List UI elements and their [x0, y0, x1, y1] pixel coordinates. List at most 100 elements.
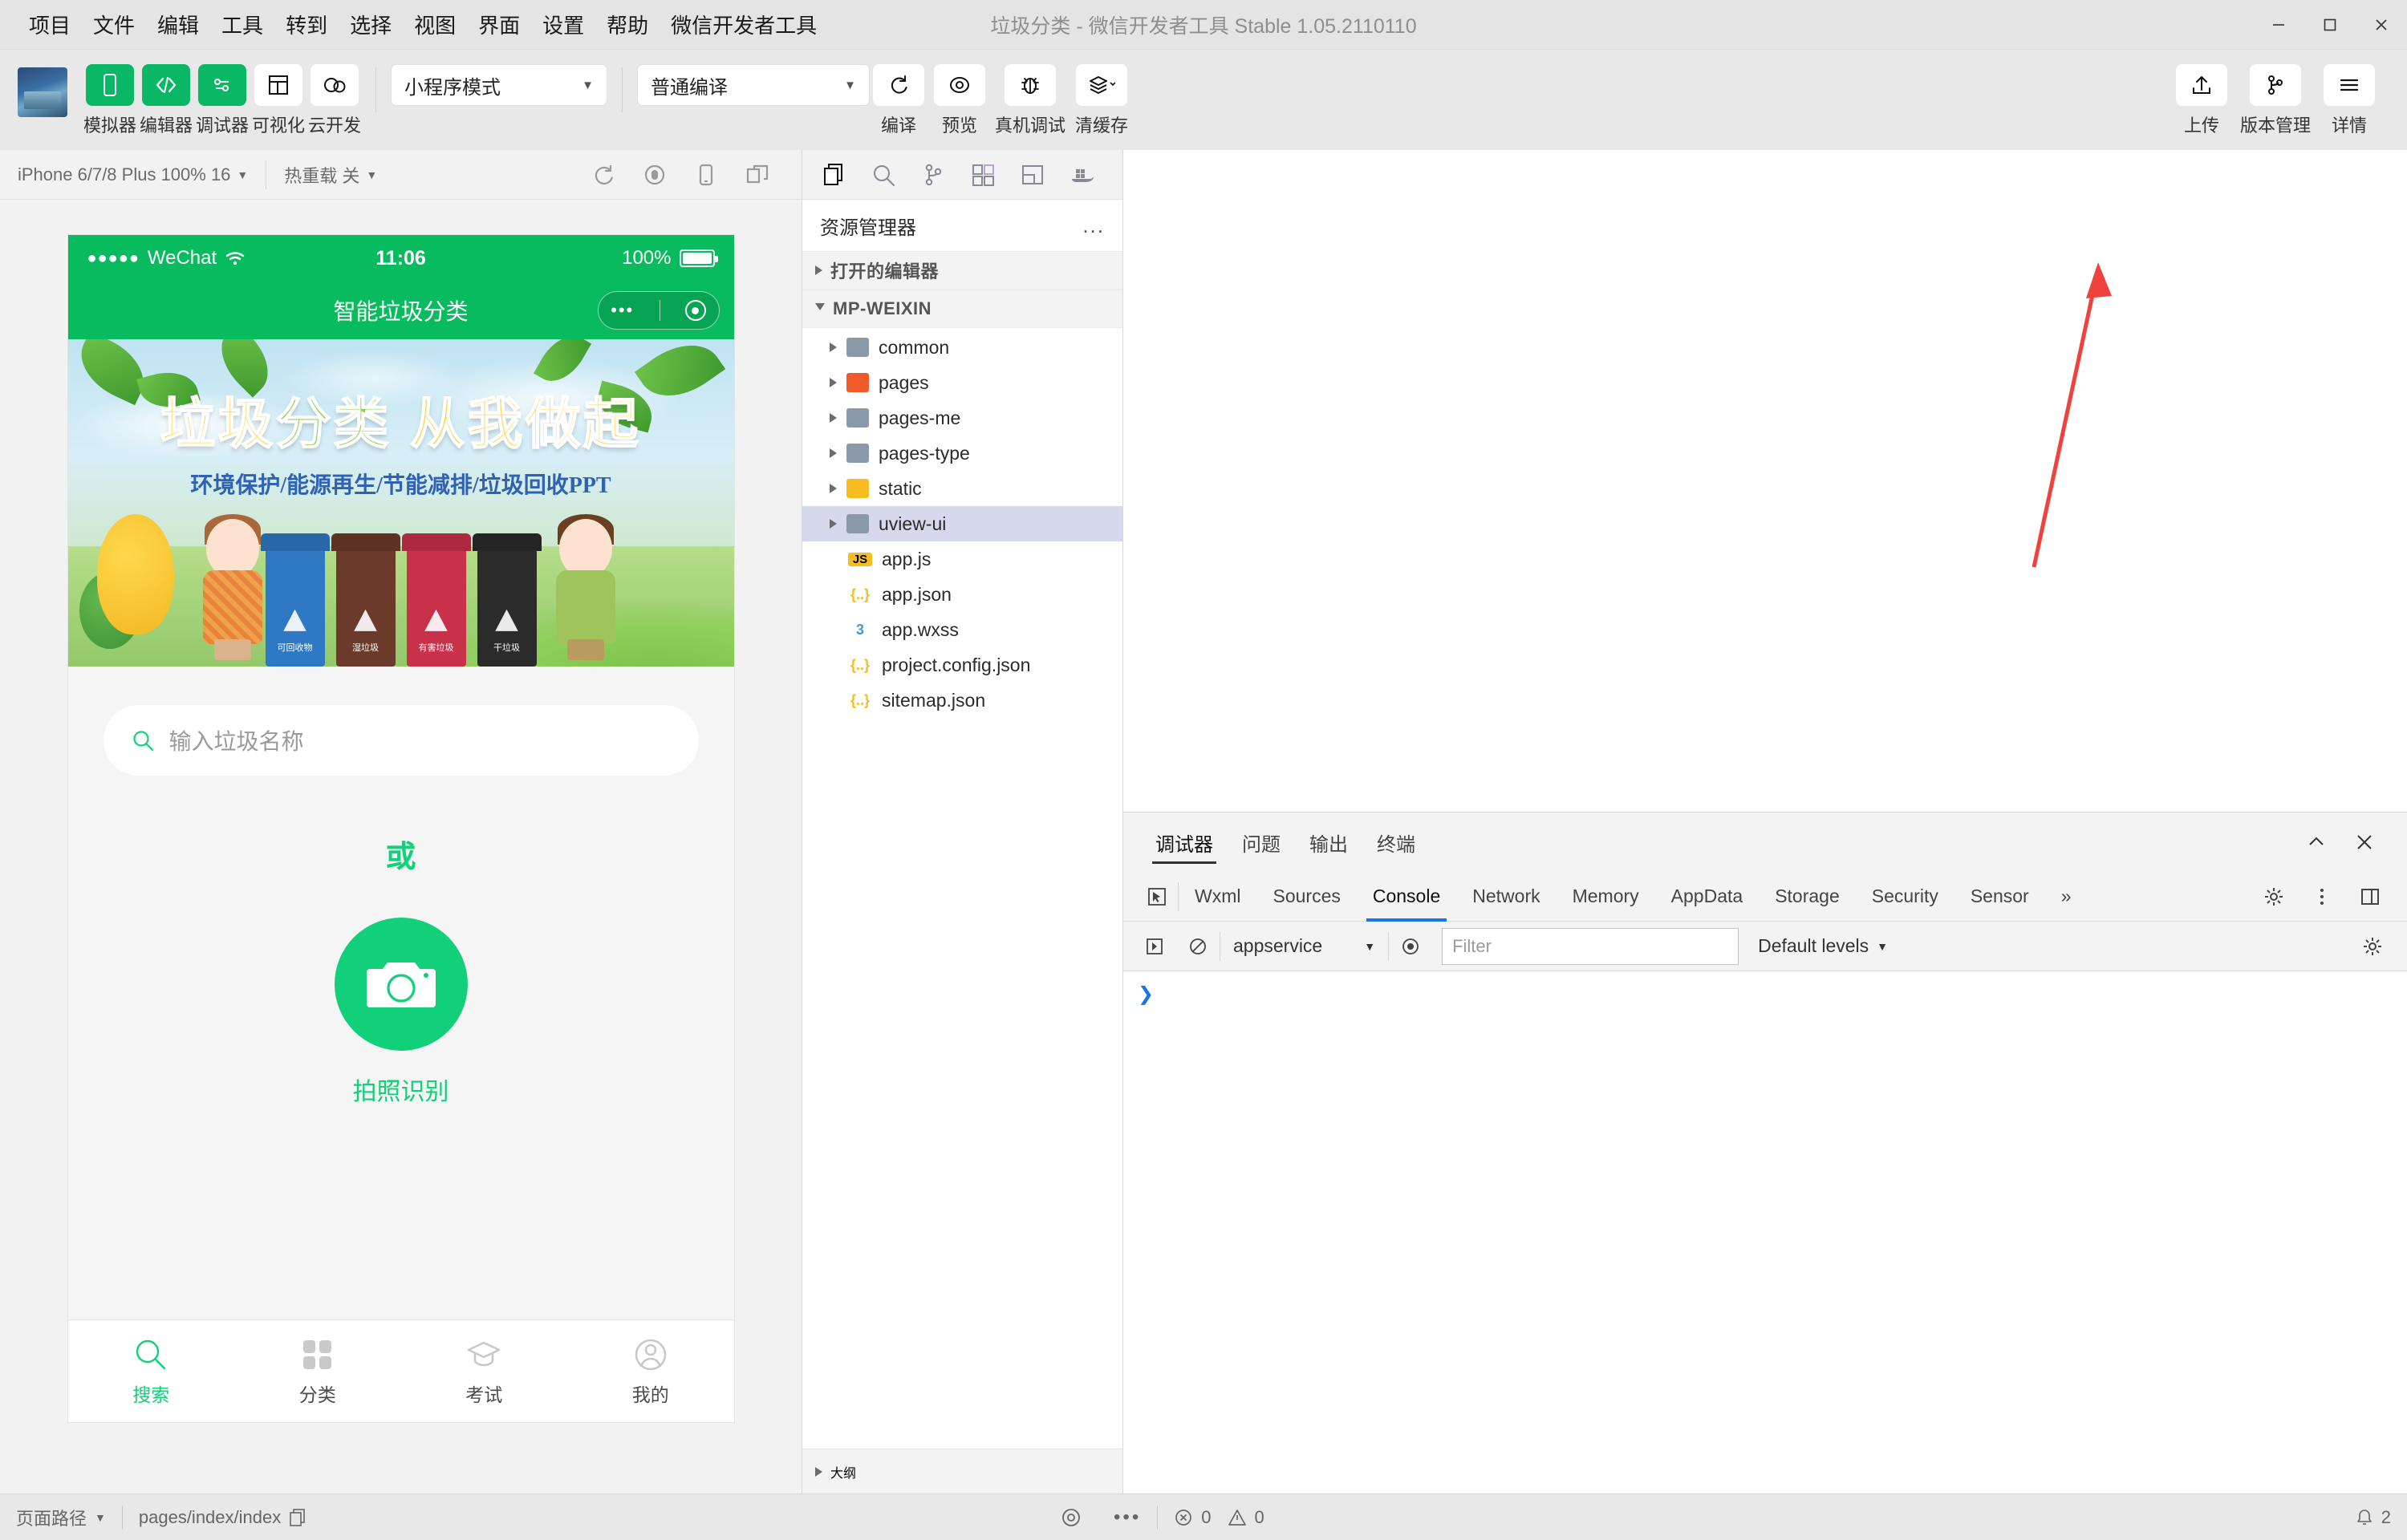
tree-file-app-wxss[interactable]: 3 app.wxss	[802, 612, 1122, 647]
branch-icon[interactable]	[910, 152, 956, 198]
tab-mine[interactable]: 我的	[567, 1320, 734, 1422]
tree-file-project-config[interactable]: {..} project.config.json	[802, 647, 1122, 683]
record-icon[interactable]	[631, 152, 678, 198]
chevron-right-icon[interactable]	[830, 378, 837, 387]
menu-item-help[interactable]: 帮助	[595, 5, 660, 44]
hot-reload-select[interactable]: 热重载 关 ▼	[266, 150, 395, 200]
eye-icon[interactable]	[1389, 925, 1432, 968]
tree-file-app-js[interactable]: JS app.js	[802, 541, 1122, 577]
console-context-select[interactable]: appservice ▼	[1220, 935, 1388, 957]
real-device-debug-button[interactable]: 真机调试	[992, 64, 1069, 137]
panel-cloud[interactable]: 云开发	[308, 64, 361, 137]
subtab-storage[interactable]: Storage	[1759, 872, 1856, 922]
panel-visual[interactable]: 可视化	[252, 64, 305, 137]
subtab-security[interactable]: Security	[1856, 872, 1954, 922]
subtab-sensor[interactable]: Sensor	[1954, 872, 2045, 922]
camera-button[interactable]	[334, 918, 468, 1051]
gear-icon[interactable]	[2253, 876, 2295, 918]
chevron-right-icon[interactable]	[830, 519, 837, 529]
tab-search[interactable]: 搜索	[68, 1320, 235, 1422]
subtab-overflow-icon[interactable]: »	[2045, 872, 2088, 922]
more-icon[interactable]: •••	[1098, 1494, 1157, 1540]
capsule-more-icon[interactable]: •••	[611, 300, 634, 321]
chevron-right-icon[interactable]	[830, 448, 837, 458]
tab-debugger[interactable]: 调试器	[1141, 813, 1228, 872]
section-open-editors[interactable]: 打开的编辑器	[802, 251, 1122, 290]
menu-item-goto[interactable]: 转到	[274, 5, 339, 44]
version-control-button[interactable]: 版本管理	[2237, 64, 2314, 137]
kebab-icon[interactable]	[2301, 876, 2343, 918]
menu-item-select[interactable]: 选择	[339, 5, 403, 44]
tree-folder-pages-type[interactable]: pages-type	[802, 436, 1122, 471]
menu-item-view[interactable]: 视图	[403, 5, 467, 44]
console-output[interactable]: ❯	[1123, 971, 2407, 1493]
editor-blank-area[interactable]	[1123, 150, 2407, 812]
menu-item-devtools[interactable]: 微信开发者工具	[660, 5, 828, 44]
details-button[interactable]: 详情	[2320, 64, 2378, 137]
tree-folder-pages[interactable]: pages	[802, 365, 1122, 400]
extensions-icon[interactable]	[960, 152, 1006, 198]
subtab-sources[interactable]: Sources	[1256, 872, 1356, 922]
wechat-capsule[interactable]: •••	[597, 291, 720, 330]
refresh-icon[interactable]	[580, 152, 627, 198]
clear-icon[interactable]	[1176, 925, 1220, 968]
menu-item-edit[interactable]: 编辑	[146, 5, 210, 44]
section-project-root[interactable]: MP-WEIXIN	[802, 290, 1122, 328]
mode-select[interactable]: 小程序模式 ▼	[391, 64, 607, 106]
close-icon[interactable]	[2356, 0, 2407, 50]
device-select[interactable]: iPhone 6/7/8 Plus 100% 16 ▼	[0, 150, 266, 200]
menu-item-settings[interactable]: 设置	[531, 5, 595, 44]
tree-folder-uview-ui[interactable]: uview-ui	[802, 506, 1122, 541]
tree-file-sitemap[interactable]: {..} sitemap.json	[802, 683, 1122, 718]
layout-icon[interactable]	[1009, 152, 1056, 198]
tab-category[interactable]: 分类	[234, 1320, 401, 1422]
console-filter-input[interactable]: Filter	[1442, 927, 1739, 965]
chevron-right-icon[interactable]	[830, 413, 837, 423]
tree-folder-pages-me[interactable]: pages-me	[802, 400, 1122, 436]
split-window-icon[interactable]	[734, 152, 781, 198]
capsule-close-icon[interactable]	[684, 300, 706, 321]
chevron-right-icon[interactable]	[830, 342, 837, 352]
collapse-icon[interactable]	[2295, 821, 2338, 864]
page-path-value-group[interactable]: pages/index/index	[123, 1494, 323, 1540]
minimize-icon[interactable]	[2253, 0, 2304, 50]
panel-debugger[interactable]: 调试器	[196, 64, 249, 137]
files-icon[interactable]	[810, 152, 857, 198]
explorer-more-icon[interactable]: ...	[1082, 213, 1105, 238]
clear-cache-button[interactable]: 清缓存	[1072, 64, 1131, 137]
upload-button[interactable]: 上传	[2173, 64, 2230, 137]
search-input[interactable]: 输入垃圾名称	[103, 705, 699, 776]
tab-exam[interactable]: 考试	[401, 1320, 568, 1422]
menu-item-file[interactable]: 文件	[82, 5, 146, 44]
copy-icon[interactable]	[289, 1508, 306, 1527]
subtab-wxml[interactable]: Wxml	[1179, 872, 1256, 922]
menu-item-tools[interactable]: 工具	[210, 5, 274, 44]
menu-item-project[interactable]: 项目	[18, 5, 82, 44]
tree-folder-common[interactable]: common	[802, 330, 1122, 365]
gear-icon[interactable]	[2351, 925, 2394, 968]
error-count[interactable]: 0	[1158, 1494, 1227, 1540]
rotate-device-icon[interactable]	[683, 152, 729, 198]
maximize-icon[interactable]	[2304, 0, 2356, 50]
compile-button[interactable]: 编译	[870, 64, 927, 137]
dock-icon[interactable]	[2349, 876, 2391, 918]
tab-problems[interactable]: 问题	[1228, 813, 1295, 872]
menu-item-interface[interactable]: 界面	[467, 5, 531, 44]
compile-select[interactable]: 普通编译 ▼	[637, 64, 870, 106]
tree-folder-static[interactable]: static	[802, 471, 1122, 506]
search-icon[interactable]	[860, 152, 907, 198]
section-outline[interactable]: 大纲	[802, 1449, 1122, 1493]
notification-bell[interactable]: 2	[2340, 1494, 2407, 1540]
page-path-select[interactable]: 页面路径 ▼	[0, 1494, 122, 1540]
chevron-right-icon[interactable]	[830, 484, 837, 493]
execute-icon[interactable]	[1133, 925, 1176, 968]
preview-button[interactable]: 预览	[931, 64, 988, 137]
tab-terminal[interactable]: 终端	[1362, 813, 1430, 872]
subtab-console[interactable]: Console	[1357, 872, 1456, 922]
close-icon[interactable]	[2343, 821, 2386, 864]
panel-editor[interactable]: 编辑器	[140, 64, 193, 137]
console-levels-select[interactable]: Default levels ▼	[1748, 935, 1898, 957]
subtab-appdata[interactable]: AppData	[1655, 872, 1760, 922]
panel-simulator[interactable]: 模拟器	[83, 64, 136, 137]
subtab-network[interactable]: Network	[1456, 872, 1556, 922]
